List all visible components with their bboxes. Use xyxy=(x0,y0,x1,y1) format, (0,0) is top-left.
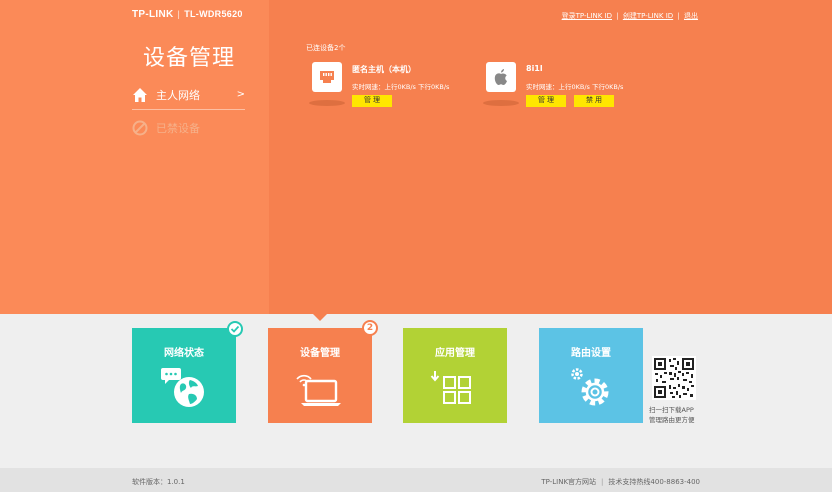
login-tplink-id-link[interactable]: 登录TP-LINK ID xyxy=(562,12,612,20)
manage-button[interactable]: 管 理 xyxy=(352,95,392,107)
qr-caption: 扫一扫下载APP 管理路由更方便 xyxy=(649,406,695,424)
tile-label: 应用管理 xyxy=(435,348,475,359)
device-speed: 实时网速：上行0KB/s 下行0KB/s xyxy=(352,83,450,91)
sidebar-item-blocked-devices[interactable]: 已禁设备 xyxy=(132,117,245,139)
active-tile-pointer xyxy=(313,314,327,321)
laptop-icon xyxy=(268,362,372,412)
header-links: 登录TP-LINK ID | 创建TP-LINK ID | 退出 xyxy=(561,12,698,20)
qr-code xyxy=(652,356,696,400)
blocked-icon xyxy=(132,120,148,136)
tile-router-settings[interactable]: 路由设置 xyxy=(539,328,643,423)
create-tplink-id-link[interactable]: 创建TP-LINK ID xyxy=(623,12,673,20)
home-icon xyxy=(132,87,148,103)
device-card: 8i1l 实时网速：上行0KB/s 下行0KB/s 管 理 禁 用 xyxy=(483,62,646,112)
chevron-right-icon: > xyxy=(236,89,245,100)
device-count-badge: 2 xyxy=(362,320,378,336)
globe-icon xyxy=(132,362,236,412)
sidebar-item-label: 主人网络 xyxy=(156,88,200,102)
block-button[interactable]: 禁 用 xyxy=(574,95,614,107)
sidebar-item-label: 已禁设备 xyxy=(156,122,200,135)
logout-link[interactable]: 退出 xyxy=(684,12,698,20)
check-icon xyxy=(227,321,243,337)
apple-icon xyxy=(486,62,516,92)
device-name: 8i1l xyxy=(526,64,543,73)
tile-device-management[interactable]: 设备管理 xyxy=(268,328,372,423)
page-title: 设备管理 xyxy=(143,46,236,71)
official-site-link[interactable]: TP-LINK官方网站 xyxy=(541,478,596,486)
ethernet-icon xyxy=(312,62,342,92)
main-panel xyxy=(269,0,832,314)
manage-button[interactable]: 管 理 xyxy=(526,95,566,107)
brand-logo: TP-LINK xyxy=(132,9,174,20)
device-card: 匿名主机（本机） 实时网速：上行0KB/s 下行0KB/s 管 理 xyxy=(309,62,472,112)
device-speed: 实时网速：上行0KB/s 下行0KB/s xyxy=(526,83,624,91)
tile-app-management[interactable]: 应用管理 xyxy=(403,328,507,423)
software-version: 软件版本：1.0.1 xyxy=(132,478,185,486)
tile-label: 路由设置 xyxy=(571,348,611,359)
tile-network-status[interactable]: 网络状态 xyxy=(132,328,236,423)
gear-icon xyxy=(539,362,643,412)
connected-count: 已连设备2个 xyxy=(306,44,346,52)
support-hotline: 技术支持热线400-8863-400 xyxy=(608,478,700,486)
logo: TP-LINK | TL-WDR5620 xyxy=(132,9,243,20)
tile-label: 网络状态 xyxy=(164,348,204,359)
model-name: TL-WDR5620 xyxy=(184,9,243,19)
sidebar-item-host-network[interactable]: 主人网络 > xyxy=(132,84,245,110)
tile-label: 设备管理 xyxy=(300,348,340,359)
apps-grid-icon xyxy=(403,362,507,412)
device-name: 匿名主机（本机） xyxy=(352,65,416,74)
footer: 软件版本：1.0.1 TP-LINK官方网站 | 技术支持热线400-8863-40… xyxy=(0,468,832,492)
